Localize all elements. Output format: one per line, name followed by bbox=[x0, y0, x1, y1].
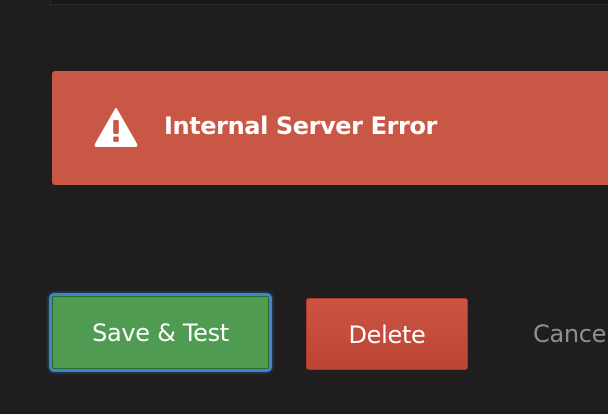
delete-button[interactable]: Delete bbox=[306, 298, 468, 370]
settings-panel-edge bbox=[50, 0, 608, 5]
save-test-button[interactable]: Save & Test bbox=[49, 293, 272, 372]
cancel-link[interactable]: Cancel bbox=[533, 298, 608, 370]
error-alert: Internal Server Error bbox=[52, 71, 608, 185]
warning-triangle-icon bbox=[94, 107, 138, 147]
alert-title: Internal Server Error bbox=[164, 112, 437, 140]
